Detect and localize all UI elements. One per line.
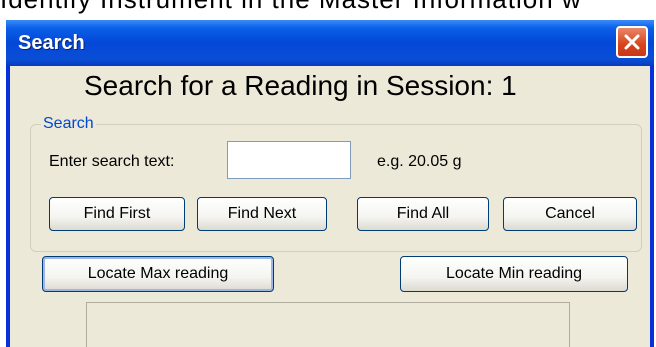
close-button[interactable] — [616, 26, 648, 58]
search-groupbox: Search Enter search text: e.g. 20.05 g F… — [30, 115, 642, 252]
find-all-button[interactable]: Find All — [357, 197, 489, 231]
find-first-button[interactable]: Find First — [49, 197, 185, 231]
window-title: Search — [18, 32, 85, 54]
background-text: Identify Instrument in the Master Inform… — [0, 0, 582, 15]
locate-max-reading-button[interactable]: Locate Max reading — [42, 256, 274, 292]
background-window-text: Identify Instrument in the Master Inform… — [0, 0, 656, 20]
close-icon — [624, 34, 640, 50]
status-panel — [86, 302, 570, 347]
locate-min-reading-button[interactable]: Locate Min reading — [400, 256, 628, 292]
search-dialog: Search Search for a Reading in Session: … — [6, 20, 654, 347]
cancel-button[interactable]: Cancel — [503, 197, 637, 231]
search-input[interactable] — [227, 141, 351, 179]
title-bar[interactable]: Search — [6, 20, 654, 66]
search-hint: e.g. 20.05 g — [377, 153, 462, 170]
dialog-heading: Search for a Reading in Session: 1 — [84, 70, 517, 101]
search-group-legend: Search — [41, 115, 96, 133]
search-text-label: Enter search text: — [49, 153, 175, 170]
find-next-button[interactable]: Find Next — [197, 197, 327, 231]
